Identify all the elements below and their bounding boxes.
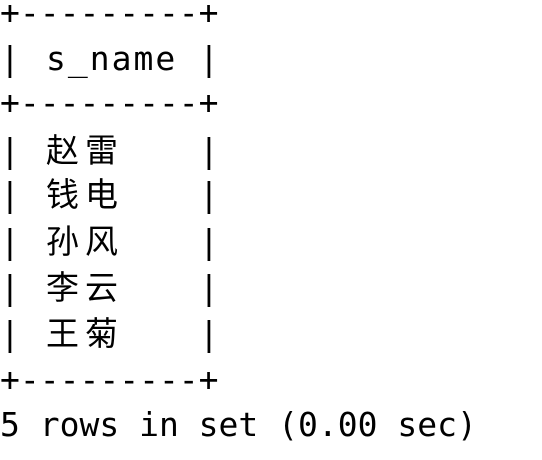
table-border-bottom: +---------+ <box>0 360 219 399</box>
row-right-bar: | <box>199 175 219 214</box>
row-right-bar: | <box>199 314 219 353</box>
row-left-bar: | <box>0 268 20 307</box>
row-left-bar: | <box>0 222 20 261</box>
header-right-bar: | <box>199 39 219 78</box>
row-right-bar: | <box>199 268 219 307</box>
row-right-bar: | <box>199 131 219 170</box>
table-row: 赵雷 <box>46 131 124 170</box>
row-left-bar: | <box>0 314 20 353</box>
table-row: 李云 <box>46 268 124 307</box>
row-left-bar: | <box>0 131 20 170</box>
table-row: 钱电 <box>46 175 124 214</box>
table-border-top: +---------+ <box>0 0 219 32</box>
column-header-s-name: s_name <box>46 39 178 78</box>
header-left-bar: | <box>0 39 20 78</box>
table-row: 孙风 <box>46 222 124 261</box>
table-border-mid: +---------+ <box>0 83 219 122</box>
row-right-bar: | <box>199 222 219 261</box>
terminal-output: +---------+ | s_name | +---------+ | 赵雷 … <box>0 0 542 460</box>
row-left-bar: | <box>0 175 20 214</box>
query-status: 5 rows in set (0.00 sec) <box>0 405 477 444</box>
table-row: 王菊 <box>46 314 124 353</box>
